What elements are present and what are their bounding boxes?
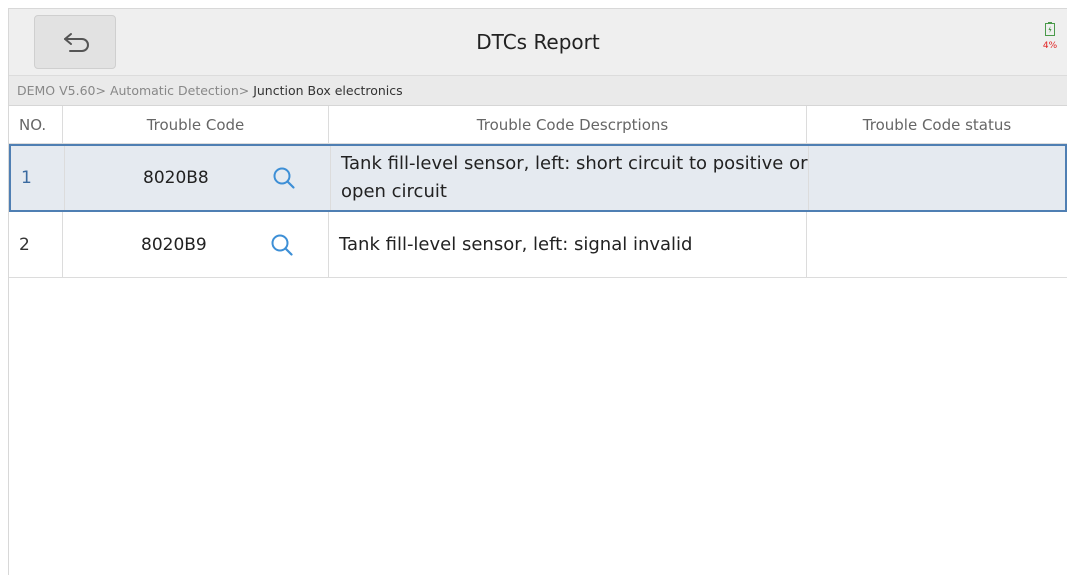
breadcrumb-current: Junction Box electronics: [253, 83, 403, 98]
trouble-code-status: [807, 212, 1067, 277]
header-bar: DTCs Report 4%: [9, 9, 1067, 76]
trouble-code: 8020B9: [141, 234, 207, 255]
trouble-code: 8020B8: [143, 168, 209, 188]
breadcrumb-path: DEMO V5.60> Automatic Detection>: [17, 83, 254, 98]
column-header-status: Trouble Code status: [862, 115, 1012, 134]
page-title: DTCs Report: [476, 30, 600, 54]
trouble-code-cell: 8020B8: [65, 146, 331, 210]
trouble-code-status: [809, 146, 1065, 210]
table-row[interactable]: 1 8020B8 Tank fill-level sensor, left: s…: [9, 144, 1067, 212]
table-row[interactable]: 2 8020B9 Tank fill-level sensor, left: s…: [9, 212, 1067, 278]
search-icon[interactable]: [272, 166, 296, 190]
trouble-code-description: Tank fill-level sensor, left: signal inv…: [329, 212, 807, 277]
trouble-code-description: Tank fill-level sensor, left: short circ…: [331, 146, 809, 210]
row-number: 1: [11, 146, 65, 210]
app-frame: DTCs Report 4% DEMO V5.60> Automatic Det…: [8, 8, 1067, 575]
column-header-code: Trouble Code: [63, 106, 329, 143]
trouble-code-cell: 8020B9: [63, 212, 329, 277]
row-number: 2: [9, 212, 63, 277]
battery-indicator: 4%: [1039, 21, 1061, 51]
table-header-row: NO. Trouble Code Trouble Code Descrption…: [9, 106, 1067, 144]
battery-icon: [1045, 22, 1055, 36]
breadcrumb: DEMO V5.60> Automatic Detection> Junctio…: [9, 76, 1067, 106]
battery-percent: 4%: [1042, 41, 1058, 51]
column-header-no: NO.: [9, 106, 63, 143]
search-icon[interactable]: [270, 233, 294, 257]
dtc-table: NO. Trouble Code Trouble Code Descrption…: [9, 106, 1067, 278]
column-header-description: Trouble Code Descrptions: [329, 106, 807, 143]
